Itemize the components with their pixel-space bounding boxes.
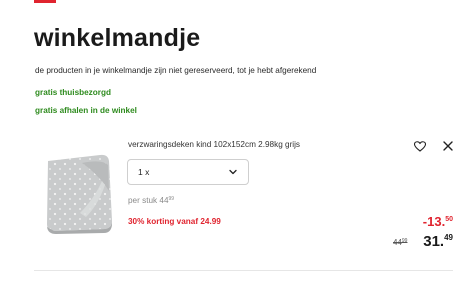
service-home-delivery: gratis thuisbezorgd (35, 88, 111, 97)
quantity-value: 1 x (138, 167, 150, 177)
old-price-fraction: 99 (401, 238, 408, 244)
favorite-button[interactable] (413, 139, 427, 153)
brand-strip (34, 0, 56, 3)
old-price-whole: 44 (393, 238, 402, 247)
quantity-select[interactable]: 1 x (127, 159, 249, 185)
unit-price-whole: 44 (159, 196, 169, 205)
page-title: winkelmandje (34, 24, 201, 52)
discount-label: 30% korting vanaf 24.99 (128, 217, 221, 226)
grey-star-blanket-image (47, 154, 112, 234)
chevron-down-icon (228, 167, 238, 177)
cart-intro-text: de producten in je winkelmandje zijn nie… (35, 66, 317, 75)
heart-icon (414, 140, 426, 152)
service-store-pickup: gratis afhalen in de winkel (35, 106, 137, 115)
unit-price-prefix: per stuk (128, 196, 158, 205)
new-price: 31.49 (423, 233, 453, 250)
product-image[interactable] (42, 151, 120, 234)
close-icon (443, 141, 453, 151)
divider (34, 270, 453, 271)
new-price-fraction: 49 (444, 233, 453, 242)
old-price: 4499 (393, 238, 407, 247)
unit-price-fraction: 99 (168, 196, 175, 202)
remove-item-button[interactable] (441, 139, 455, 153)
discount-amount-fraction: 50 (445, 216, 453, 223)
discount-amount-whole: -13. (422, 214, 446, 229)
product-name[interactable]: verzwaringsdeken kind 102x152cm 2.98kg g… (128, 140, 300, 149)
discount-amount: -13.50 (423, 214, 453, 229)
new-price-whole: 31. (423, 233, 445, 250)
unit-price: per stuk 4499 (128, 196, 174, 205)
